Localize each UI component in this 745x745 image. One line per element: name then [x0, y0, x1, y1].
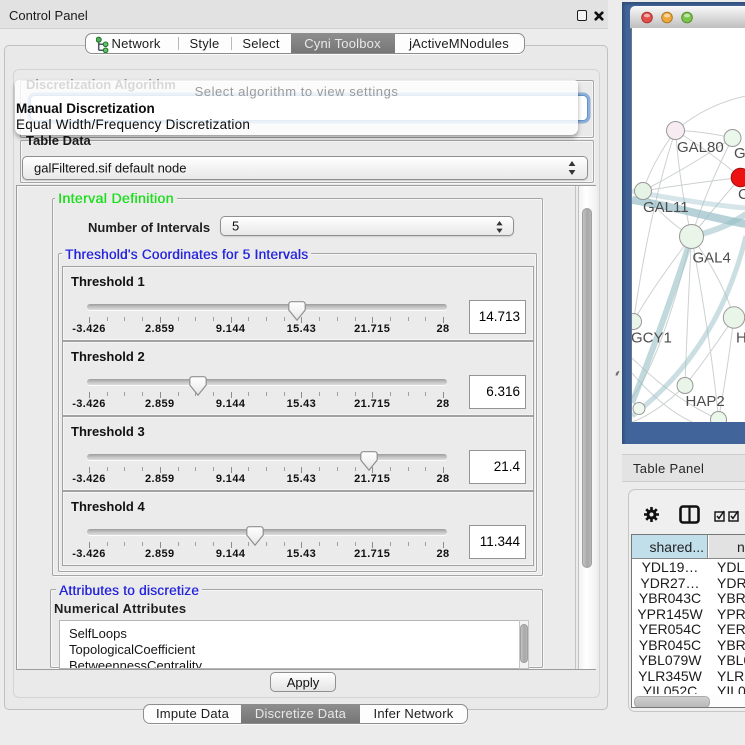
svg-text:GAL11: GAL11: [643, 199, 689, 216]
svg-text:GAL80: GAL80: [677, 139, 724, 156]
svg-text:HAP2: HAP2: [685, 393, 724, 410]
svg-text:GA: GA: [734, 145, 745, 162]
svg-text:C: C: [738, 186, 745, 203]
svg-text:H: H: [736, 330, 745, 347]
svg-text:GCY1: GCY1: [632, 330, 672, 347]
svg-text:GAL4: GAL4: [692, 250, 730, 267]
